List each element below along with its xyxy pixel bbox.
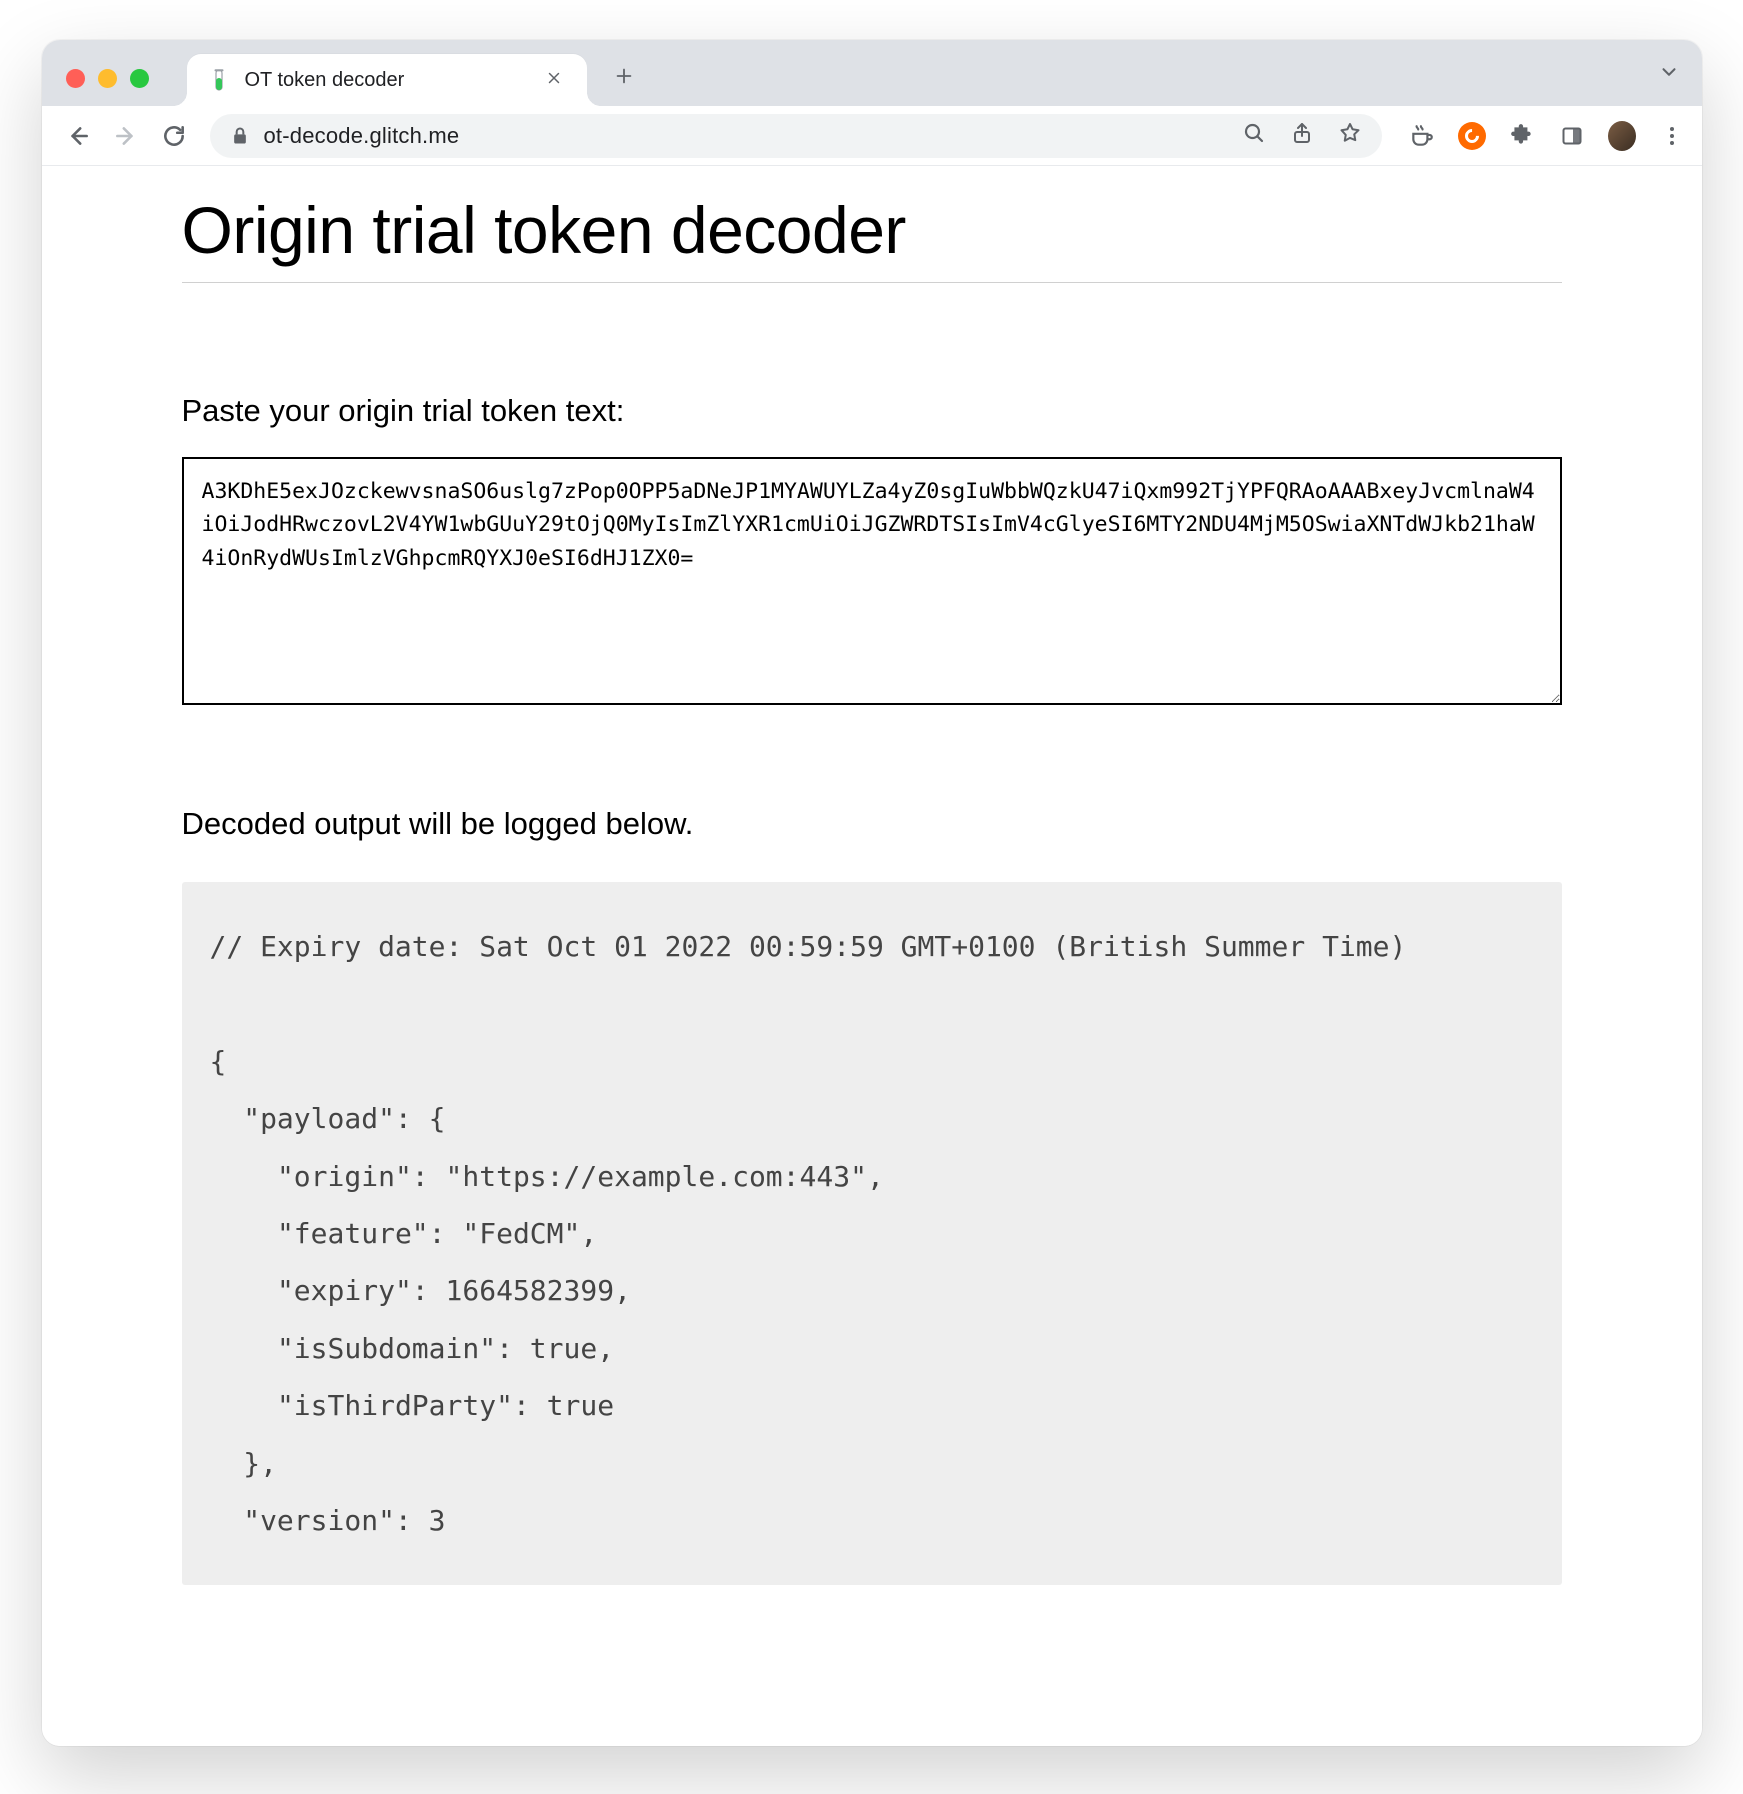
toolbar: ot-decode.glitch.me — [42, 106, 1702, 166]
new-tab-button[interactable] — [613, 64, 635, 92]
close-tab-icon[interactable] — [541, 67, 567, 93]
bookmark-star-icon[interactable] — [1338, 121, 1362, 150]
side-panel-icon[interactable] — [1558, 122, 1586, 150]
address-bar[interactable]: ot-decode.glitch.me — [210, 114, 1382, 158]
page-content: Origin trial token decoder Paste your or… — [42, 166, 1702, 1746]
page-title: Origin trial token decoder — [182, 192, 1562, 268]
output-label: Decoded output will be logged below. — [182, 806, 1562, 842]
back-button[interactable] — [58, 116, 98, 156]
extension-area — [1408, 122, 1686, 150]
close-window-button[interactable] — [66, 69, 85, 88]
search-icon[interactable] — [1242, 121, 1266, 150]
headspace-icon[interactable] — [1458, 122, 1486, 150]
browser-tab[interactable]: OT token decoder — [187, 54, 587, 106]
token-textarea[interactable] — [182, 457, 1562, 705]
tabs-menu-button[interactable] — [1658, 61, 1680, 88]
coffee-icon[interactable] — [1408, 122, 1436, 150]
paste-label: Paste your origin trial token text: — [182, 393, 1562, 429]
browser-window: OT token decoder ot-decode.glitch.me — [42, 40, 1702, 1746]
test-tube-icon — [207, 68, 231, 92]
zoom-window-button[interactable] — [130, 69, 149, 88]
minimize-window-button[interactable] — [98, 69, 117, 88]
kebab-menu-icon[interactable] — [1658, 122, 1686, 150]
forward-button[interactable] — [106, 116, 146, 156]
tab-strip: OT token decoder — [42, 40, 1702, 106]
url-text: ot-decode.glitch.me — [264, 123, 460, 149]
extensions-icon[interactable] — [1508, 122, 1536, 150]
decoded-output: // Expiry date: Sat Oct 01 2022 00:59:59… — [182, 882, 1562, 1585]
tab-title: OT token decoder — [245, 69, 541, 92]
share-icon[interactable] — [1290, 121, 1314, 150]
reload-button[interactable] — [154, 116, 194, 156]
lock-icon — [230, 126, 250, 146]
divider — [182, 282, 1562, 283]
window-controls — [56, 69, 157, 106]
profile-avatar[interactable] — [1608, 122, 1636, 150]
